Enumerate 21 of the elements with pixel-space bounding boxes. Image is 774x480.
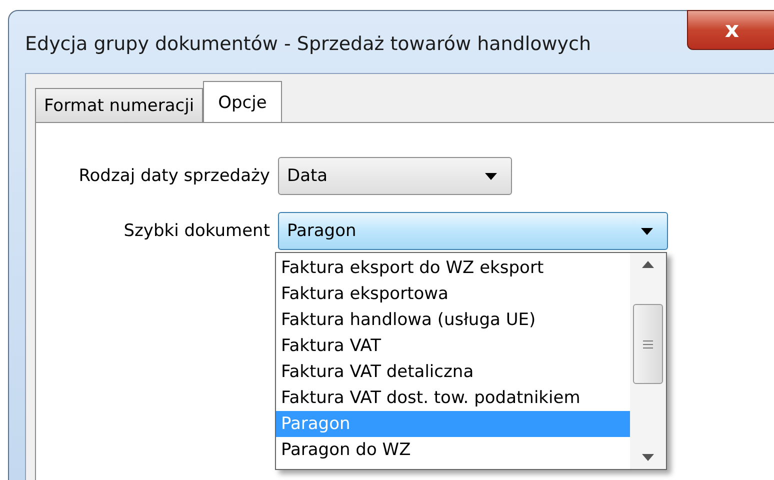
tab[interactable]: Opcje	[203, 81, 282, 123]
dropdown-option[interactable]: Faktura eksport do WZ eksport	[276, 255, 630, 281]
scroll-down-icon[interactable]	[642, 454, 654, 461]
dropdown-field[interactable]: Paragon	[278, 212, 668, 250]
scroll-thumb[interactable]	[633, 304, 663, 384]
field-label: Rodzaj daty sprzedaży	[78, 166, 271, 186]
close-button[interactable]: x	[687, 10, 774, 50]
window-title: Edycja grupy dokumentów - Sprzedaż towarów handlowych	[25, 33, 592, 55]
dropdown-option[interactable]: Faktura eksportowa	[276, 281, 630, 307]
dropdown-option[interactable]: Paragon do WZ	[276, 437, 630, 463]
dropdown-option[interactable]: Faktura VAT detaliczna	[276, 359, 630, 385]
dropdown-option[interactable]: Faktura VAT dost. tow. podatnikiem	[276, 385, 630, 411]
dropdown-option[interactable]: Faktura handlowa (usługa UE)	[276, 307, 630, 333]
tab[interactable]: Format numeracji	[35, 88, 204, 122]
scroll-up-icon[interactable]	[642, 261, 654, 268]
caret-icon	[641, 228, 653, 234]
dropdown-option[interactable]: Faktura VAT	[276, 333, 630, 359]
field-label: Szybki dokument	[122, 221, 271, 241]
caret-icon	[485, 172, 497, 180]
dropdown-field[interactable]: Data	[278, 157, 512, 195]
scrollbar[interactable]	[630, 253, 666, 469]
